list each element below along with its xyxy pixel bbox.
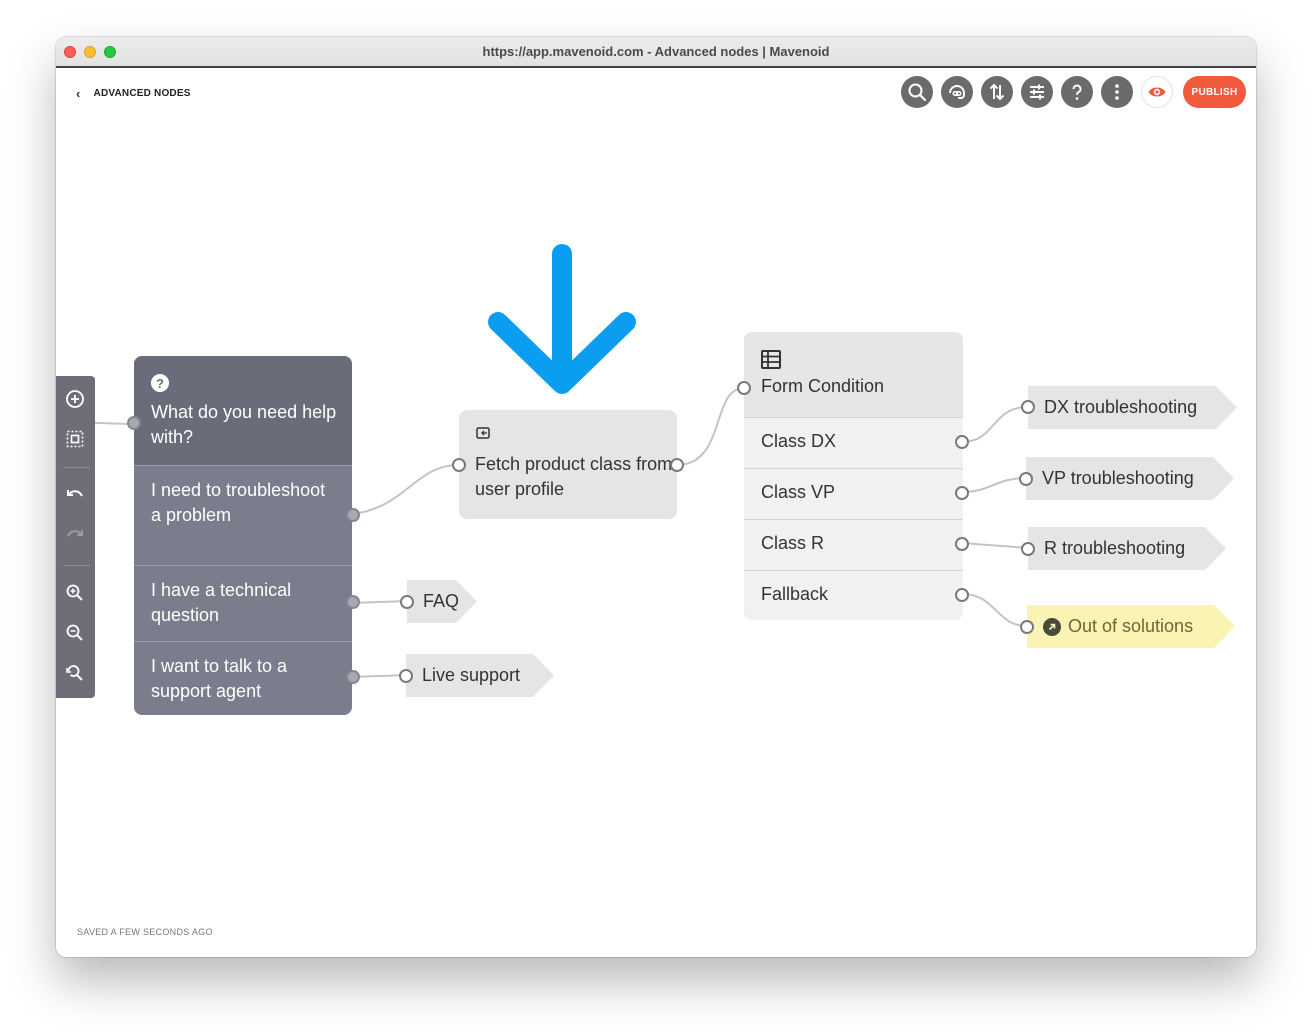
condition-label: Class R <box>761 533 825 553</box>
input-port[interactable] <box>399 669 413 683</box>
table-icon <box>761 350 781 369</box>
output-port[interactable] <box>955 537 969 551</box>
fetch-node-title: Fetch product class from user profile <box>475 454 673 499</box>
output-port[interactable] <box>346 595 360 609</box>
target-label: FAQ <box>423 591 460 611</box>
input-port[interactable] <box>1021 542 1035 556</box>
output-port[interactable] <box>346 670 360 684</box>
condition-row-class-r[interactable]: Class R <box>744 519 963 570</box>
form-condition-node[interactable]: Form Condition Class DX Class VP Class R… <box>744 332 963 620</box>
question-node-title: What do you need help with? <box>151 402 337 447</box>
condition-row-class-vp[interactable]: Class VP <box>744 468 963 519</box>
target-node-r-troubleshooting[interactable]: R troubleshooting <box>1028 527 1226 570</box>
output-port[interactable] <box>955 486 969 500</box>
annotation-arrow-icon <box>488 244 636 394</box>
question-icon: ? <box>151 374 169 392</box>
target-label: Out of solutions <box>1068 616 1194 636</box>
go-to-icon <box>1043 618 1061 636</box>
wire-troubleshoot-to-fetch <box>352 464 459 515</box>
input-port[interactable] <box>1020 620 1034 634</box>
input-port[interactable] <box>1019 472 1033 486</box>
answer-option-label: I need to troubleshoot a problem <box>151 480 326 525</box>
answer-option-label: I have a technical question <box>151 580 292 625</box>
target-label: Live support <box>422 665 521 685</box>
input-port[interactable] <box>737 381 751 395</box>
answer-option-technical-question[interactable]: I have a technical question <box>134 565 352 641</box>
fetch-node[interactable]: Fetch product class from user profile <box>459 410 677 519</box>
condition-label: Fallback <box>761 584 829 604</box>
save-status: SAVED A FEW SECONDS AGO <box>77 927 213 937</box>
target-label: VP troubleshooting <box>1042 468 1194 488</box>
answer-option-talk-to-agent[interactable]: I want to talk to a support agent <box>134 641 352 715</box>
output-port[interactable] <box>955 435 969 449</box>
input-port[interactable] <box>1021 400 1035 414</box>
question-node-header: ? What do you need help with? <box>134 356 352 465</box>
form-condition-header: Form Condition <box>744 332 963 417</box>
target-node-live-support[interactable]: Live support <box>406 654 554 697</box>
input-port[interactable] <box>127 416 141 430</box>
input-port[interactable] <box>452 458 466 472</box>
condition-row-class-dx[interactable]: Class DX <box>744 417 963 468</box>
input-port[interactable] <box>400 595 414 609</box>
answer-option-troubleshoot[interactable]: I need to troubleshoot a problem <box>134 465 352 565</box>
output-port[interactable] <box>670 458 684 472</box>
browser-window: https://app.mavenoid.com - Advanced node… <box>56 37 1256 957</box>
output-port[interactable] <box>955 588 969 602</box>
target-label: R troubleshooting <box>1044 538 1186 558</box>
form-condition-title: Form Condition <box>761 376 885 396</box>
target-label: DX troubleshooting <box>1044 397 1198 417</box>
wire-fetch-to-form <box>676 387 745 466</box>
target-node-vp-troubleshooting[interactable]: VP troubleshooting <box>1026 457 1234 500</box>
condition-label: Class VP <box>761 482 836 502</box>
target-node-out-of-solutions[interactable]: Out of solutions <box>1027 605 1235 648</box>
answer-option-label: I want to talk to a support agent <box>151 656 288 701</box>
output-port[interactable] <box>346 508 360 522</box>
condition-row-fallback[interactable]: Fallback <box>744 570 963 620</box>
target-node-dx-troubleshooting[interactable]: DX troubleshooting <box>1028 386 1237 429</box>
condition-label: Class DX <box>761 431 837 451</box>
question-node[interactable]: ? What do you need help with? I need to … <box>134 356 352 715</box>
fetch-icon <box>476 427 490 439</box>
